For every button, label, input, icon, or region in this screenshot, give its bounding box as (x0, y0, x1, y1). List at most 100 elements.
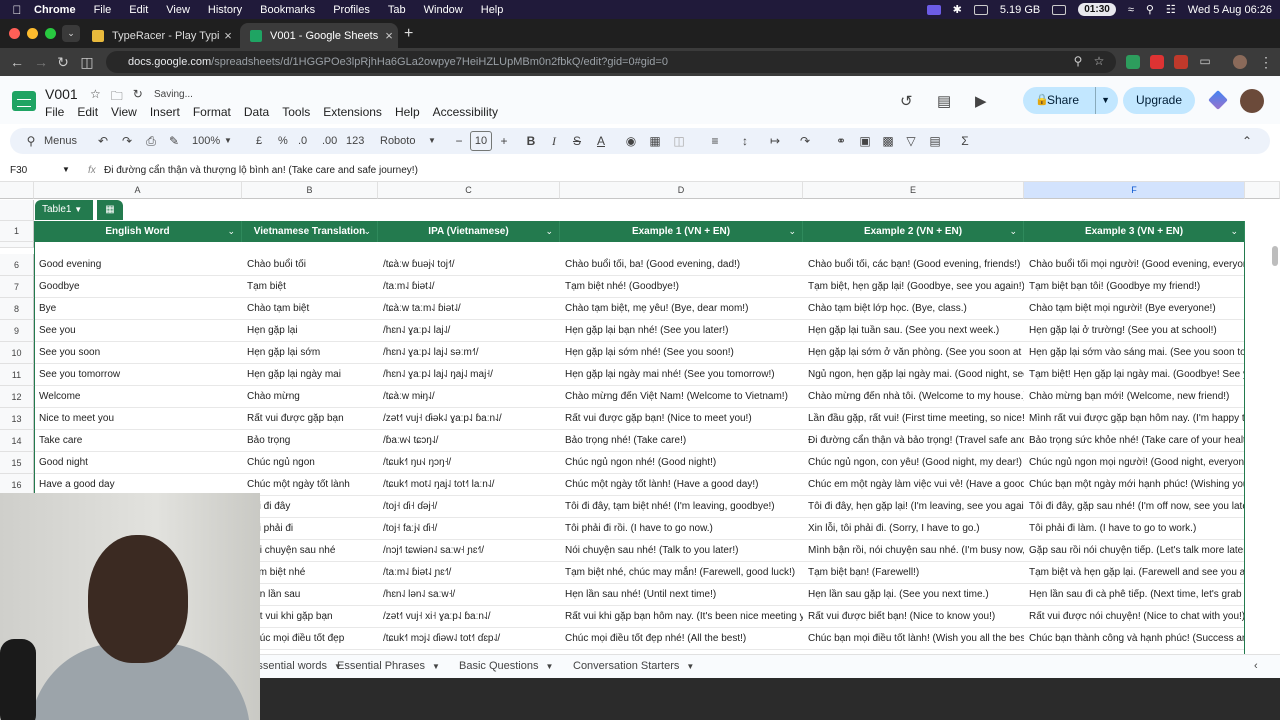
clock[interactable]: Wed 5 Aug 06:26 (1188, 4, 1272, 16)
timer-badge[interactable]: 01:30 (1078, 3, 1116, 16)
menu-bookmarks[interactable]: Bookmarks (260, 4, 315, 16)
memory-readout[interactable]: 5.19 GB (1000, 4, 1040, 16)
column-header-b[interactable]: B (242, 182, 378, 199)
gemini-sparkle-icon[interactable] (1208, 90, 1228, 110)
horizontal-align-icon[interactable]: ≡ (706, 133, 724, 149)
minimize-window-button[interactable] (27, 28, 38, 39)
currency-format-button[interactable]: £ (256, 133, 262, 149)
vertical-align-icon[interactable]: ↕ (736, 133, 754, 149)
column-header-a[interactable]: A (34, 182, 242, 199)
row-header[interactable]: 11 (0, 364, 34, 386)
browser-tab-sheets[interactable]: V001 - Google Sheets × (240, 23, 398, 48)
wifi-icon[interactable]: ≈ (1128, 4, 1134, 16)
filter-icon[interactable]: ▽ (902, 133, 920, 149)
row-header[interactable]: 9 (0, 320, 34, 342)
row-header[interactable]: 13 (0, 408, 34, 430)
table-header-vietnamese[interactable]: Vietnamese Translation ⌄ (242, 221, 378, 242)
battery-icon[interactable] (1052, 4, 1067, 15)
font-size-increase-icon[interactable]: + (495, 133, 513, 149)
extension-grammar-icon[interactable] (1126, 55, 1140, 69)
row-header[interactable]: 7 (0, 276, 34, 298)
account-avatar[interactable] (1240, 89, 1264, 113)
sheets-logo-icon[interactable] (12, 91, 36, 111)
screen-record-icon[interactable] (926, 4, 941, 15)
menu-history[interactable]: History (208, 4, 242, 16)
search-menus-label[interactable]: Menus (44, 133, 77, 149)
back-arrow-icon[interactable]: ← (8, 54, 26, 70)
text-wrapping-icon[interactable]: ↦ (766, 133, 784, 149)
merge-cells-icon[interactable]: ◫ (670, 133, 688, 149)
vertical-scrollbar[interactable] (1272, 246, 1278, 266)
percent-format-button[interactable]: % (278, 133, 288, 149)
font-size-decrease-icon[interactable]: − (450, 133, 468, 149)
strikethrough-icon[interactable]: S (568, 133, 586, 149)
close-window-button[interactable] (9, 28, 20, 39)
sheet-tab-conversation-starters[interactable]: Conversation Starters ▼ (573, 660, 694, 672)
row-header[interactable]: 6 (0, 254, 34, 276)
print-icon[interactable]: ⎙ (142, 133, 160, 149)
more-menu-icon[interactable]: ⋮ (1257, 54, 1275, 71)
sheets-menu-accessibility[interactable]: Accessibility (433, 105, 498, 119)
extensions-puzzle-icon[interactable]: ▭ (1196, 54, 1214, 68)
display-icon[interactable] (973, 4, 988, 15)
sheet-tab-chevron-icon[interactable]: ▼ (686, 662, 694, 671)
row-header[interactable]: 14 (0, 430, 34, 452)
meet-camera-icon[interactable]: ▶ (975, 92, 987, 110)
menu-edit[interactable]: Edit (129, 4, 148, 16)
search-icon[interactable]: ⚲ (1146, 3, 1154, 16)
sheet-tab-chevron-icon[interactable]: ▼ (545, 662, 553, 671)
column-header-c[interactable]: C (378, 182, 560, 199)
insert-chart-icon[interactable]: ▩ (879, 133, 897, 149)
version-history-icon[interactable]: ↺ (900, 92, 913, 110)
column-dropdown-chevron-icon[interactable]: ⌄ (1009, 221, 1017, 242)
row-header[interactable]: 12 (0, 386, 34, 408)
table-header-example-1[interactable]: Example 1 (VN + EN) ⌄ (560, 221, 803, 242)
row-header[interactable]: 8 (0, 298, 34, 320)
sheets-menu-data[interactable]: Data (244, 105, 269, 119)
row-header[interactable]: 15 (0, 452, 34, 474)
borders-icon[interactable]: ▦ (646, 133, 664, 149)
column-header-e[interactable]: E (803, 182, 1024, 199)
font-chevron-icon[interactable]: ▼ (428, 133, 436, 149)
table-name-chip[interactable]: Table1 ▼ (35, 200, 93, 220)
zoom-window-button[interactable] (45, 28, 56, 39)
column-dropdown-chevron-icon[interactable]: ⌄ (545, 221, 553, 242)
extension-record-icon[interactable] (1150, 55, 1164, 69)
menu-view[interactable]: View (166, 4, 190, 16)
column-header-f[interactable]: F (1024, 182, 1245, 199)
paint-format-icon[interactable]: ✎ (165, 133, 183, 149)
table-view-icon[interactable]: ▦ (97, 200, 123, 220)
zoom-chevron-icon[interactable]: ▼ (224, 133, 232, 149)
tab-search-chevron-icon[interactable]: ⌄ (62, 25, 80, 42)
bold-icon[interactable]: B (522, 133, 540, 149)
table-header-example-3[interactable]: Example 3 (VN + EN) ⌄ (1024, 221, 1245, 242)
upgrade-button[interactable]: Upgrade (1123, 87, 1195, 114)
profile-avatar-icon[interactable] (1233, 55, 1247, 69)
sheets-menu-edit[interactable]: Edit (77, 105, 98, 119)
zoom-select[interactable]: 100% (192, 133, 220, 149)
sheets-menu-file[interactable]: File (45, 105, 64, 119)
select-all-corner[interactable] (0, 182, 34, 199)
collapse-toolbar-chevron-icon[interactable]: ⌃ (1238, 133, 1256, 149)
text-color-icon[interactable]: A (592, 133, 610, 149)
control-center-icon[interactable]: ☷ (1166, 3, 1176, 16)
redo-icon[interactable]: ↷ (118, 133, 136, 149)
insert-link-icon[interactable]: ⚭ (832, 133, 850, 149)
forward-arrow-icon[interactable]: → (32, 54, 50, 70)
sheet-nav-left-icon[interactable]: ‹ (1254, 660, 1258, 672)
sheet-tab-essential-words[interactable]: Essential words ▼ (250, 660, 342, 672)
undo-icon[interactable]: ↶ (94, 133, 112, 149)
increase-decimal-button[interactable]: .00 (322, 133, 337, 149)
filter-views-icon[interactable]: ▤ (926, 133, 944, 149)
share-dropdown-chevron-icon[interactable]: ▼ (1095, 87, 1110, 114)
name-box[interactable]: F30 (10, 165, 70, 176)
apple-icon[interactable]:  (0, 3, 34, 17)
text-rotation-icon[interactable]: ↷ (796, 133, 814, 149)
formula-input[interactable]: Đi đường cẩn thận và thượng lộ bình an! … (104, 165, 418, 176)
column-header-d[interactable]: D (560, 182, 803, 199)
bookmark-star-icon[interactable]: ☆ (1090, 54, 1108, 68)
sheets-menu-tools[interactable]: Tools (282, 105, 310, 119)
doc-title[interactable]: V001 (45, 86, 78, 102)
table-header-english-word[interactable]: English Word ⌄ (34, 221, 242, 242)
functions-sigma-icon[interactable]: Σ (956, 133, 974, 149)
